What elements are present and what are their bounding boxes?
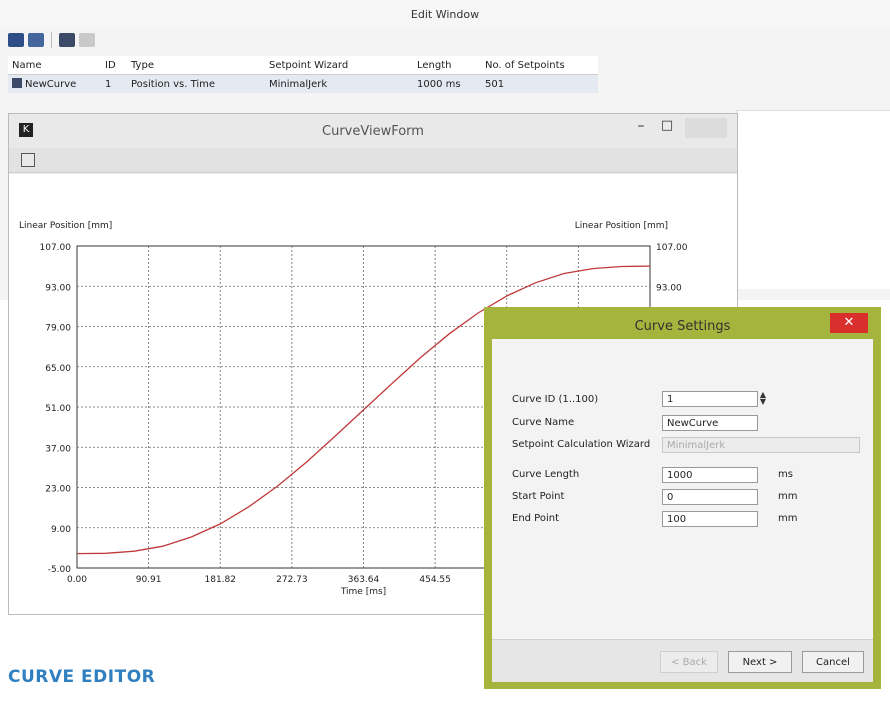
y-axis-label: Linear Position [mm] xyxy=(19,221,112,231)
column-header[interactable]: Type xyxy=(127,56,265,75)
y-tick-label: -5.00 xyxy=(48,565,72,575)
column-header[interactable]: ID xyxy=(101,56,127,75)
table-row[interactable]: NewCurve 1 Position vs. Time MinimalJerk… xyxy=(8,74,598,93)
x-tick-label: 0.00 xyxy=(67,575,87,585)
y-tick-label: 23.00 xyxy=(45,485,71,495)
curve-name-cell[interactable]: NewCurve xyxy=(8,74,101,93)
curve-length-unit: ms xyxy=(778,469,793,480)
x-tick-label: 272.73 xyxy=(276,575,308,585)
y-tick-label: 37.00 xyxy=(45,444,71,454)
table-cell: 1000 ms xyxy=(413,74,481,93)
start-point-field[interactable]: 0 xyxy=(662,489,758,505)
curve-length-label: Curve Length xyxy=(512,469,580,480)
y-tick-label-right: 93.00 xyxy=(656,283,682,293)
column-header[interactable]: Length xyxy=(413,56,481,75)
x-axis-label: Time [ms] xyxy=(340,587,386,597)
edit-window-panel xyxy=(736,110,890,289)
start-point-label: Start Point xyxy=(512,491,565,502)
y-tick-label-right: 107.00 xyxy=(656,243,688,253)
y-tick-label: 79.00 xyxy=(45,324,71,334)
view-curve-icon[interactable] xyxy=(59,33,75,47)
wizard-label: Setpoint Calculation Wizard xyxy=(512,439,651,450)
curve-icon xyxy=(12,78,22,88)
x-tick-label: 454.55 xyxy=(419,575,451,585)
curve-id-field[interactable]: 1 xyxy=(662,391,758,407)
curve-name-text: NewCurve xyxy=(25,79,77,90)
curve-settings-dialog: Curve Settings ✕ Curve ID (1..100) 1 ▲ ▼ … xyxy=(484,307,881,689)
toolbar-divider xyxy=(51,32,52,48)
curve-name-label: Curve Name xyxy=(512,417,575,428)
edit-window-title: Edit Window xyxy=(0,0,890,28)
y-tick-label: 93.00 xyxy=(45,283,71,293)
curve-view-toolbar xyxy=(9,148,737,173)
x-tick-label: 363.64 xyxy=(348,575,380,585)
edit-toolbar xyxy=(8,30,95,50)
minimize-button[interactable]: – xyxy=(631,118,651,140)
cancel-button[interactable]: Cancel xyxy=(802,651,864,673)
curve-view-title: CurveViewForm xyxy=(322,124,424,139)
table-header-row: Name ID Type Setpoint Wizard Length No. … xyxy=(8,56,598,75)
y-tick-label: 107.00 xyxy=(40,243,72,253)
dialog-title: Curve Settings xyxy=(634,319,731,334)
y-tick-label: 51.00 xyxy=(45,404,71,414)
column-header[interactable]: Name xyxy=(8,56,101,75)
maximize-button[interactable]: □ xyxy=(657,118,677,140)
delete-curve-icon xyxy=(79,33,95,47)
table-cell: 1 xyxy=(101,74,127,93)
wizard-select: MinimalJerk xyxy=(662,437,860,453)
x-tick-label: 181.82 xyxy=(205,575,237,585)
table-cell: Position vs. Time xyxy=(127,74,265,93)
x-tick-label: 90.91 xyxy=(136,575,162,585)
column-header[interactable]: Setpoint Wizard xyxy=(265,56,413,75)
y-axis-label-right: Linear Position [mm] xyxy=(575,221,668,231)
spinner-icon[interactable]: ▲ ▼ xyxy=(756,391,770,406)
start-point-unit: mm xyxy=(778,491,798,502)
y-tick-label: 65.00 xyxy=(45,364,71,374)
table-cell: MinimalJerk xyxy=(265,74,413,93)
curve-view-titlebar[interactable]: K CurveViewForm – □ xyxy=(9,114,737,148)
end-point-field[interactable]: 100 xyxy=(662,511,758,527)
dialog-body: Curve ID (1..100) 1 ▲ ▼ Curve Name NewCur… xyxy=(492,339,873,682)
curve-name-field[interactable]: NewCurve xyxy=(662,415,758,431)
y-tick-label: 9.00 xyxy=(51,525,71,535)
curve-length-field[interactable]: 1000 xyxy=(662,467,758,483)
end-point-label: End Point xyxy=(512,513,560,524)
table-cell: 501 xyxy=(481,74,598,93)
dialog-footer: < Back Next > Cancel xyxy=(492,639,873,682)
new-curve-icon[interactable] xyxy=(28,33,44,47)
back-button[interactable]: < Back xyxy=(660,651,718,673)
curve-id-label: Curve ID (1..100) xyxy=(512,394,599,405)
column-header[interactable]: No. of Setpoints xyxy=(481,56,598,75)
next-button[interactable]: Next > xyxy=(728,651,792,673)
curve-table: Name ID Type Setpoint Wizard Length No. … xyxy=(8,56,598,93)
brand-heading: CURVE EDITOR xyxy=(8,667,156,687)
open-folder-icon[interactable] xyxy=(8,33,24,47)
close-icon[interactable]: ✕ xyxy=(830,313,868,333)
end-point-unit: mm xyxy=(778,513,798,524)
export-icon[interactable] xyxy=(21,153,35,167)
close-button[interactable] xyxy=(685,118,727,138)
